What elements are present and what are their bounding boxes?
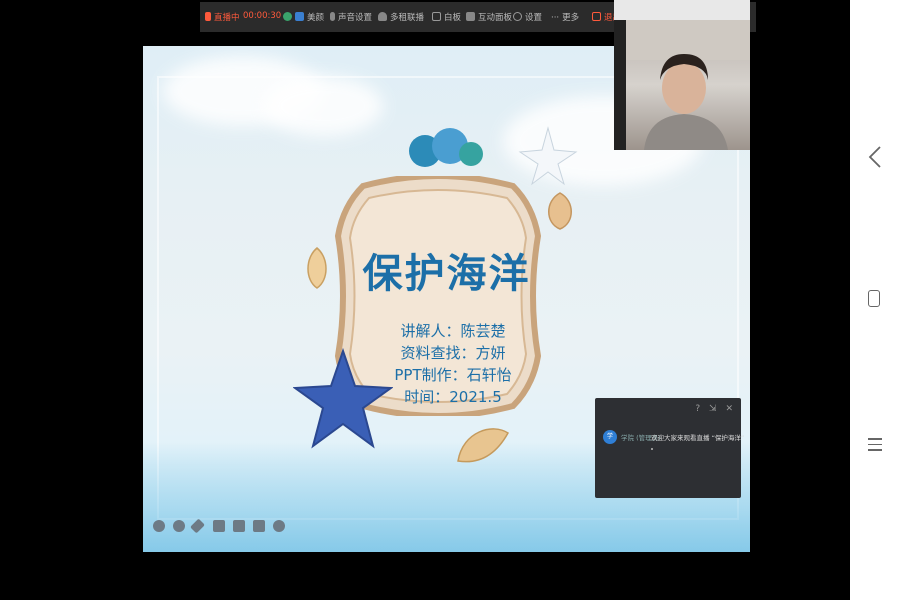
avatar: 学 — [603, 430, 617, 444]
live-timer: 00:00:30 — [243, 11, 282, 21]
chat-typing-indicator — [651, 448, 653, 450]
microphone-icon — [330, 12, 335, 21]
exit-icon — [592, 12, 601, 21]
help-icon[interactable]: ? — [695, 404, 700, 414]
pointer-icon[interactable] — [213, 520, 225, 532]
settings-button[interactable]: 设置 — [513, 11, 542, 23]
chat-panel: ? ⇲ ✕ 学 学院 (管理员): 欢迎大家来观看直播 “保护海洋” — [595, 398, 745, 498]
presenter-video — [626, 20, 750, 150]
webcam-header — [614, 0, 750, 20]
chat-bubble-icon — [466, 12, 475, 21]
more-button[interactable]: ··· 更多 — [551, 11, 579, 23]
audio-settings-button[interactable]: 声音设置 — [330, 11, 372, 23]
white-starfish-icon — [518, 126, 578, 186]
slide-title: 保护海洋 — [362, 251, 531, 297]
subtitle-icon[interactable] — [253, 520, 265, 532]
video-icon[interactable] — [233, 520, 245, 532]
slide-credits: 讲解人：陈芸楚 资料查找：方妍 PPT制作：石轩怡 时间：2021.5 — [353, 320, 553, 408]
webcam-preview[interactable] — [614, 0, 750, 150]
credit-line: 资料查找：方妍 — [400, 344, 506, 362]
shell-cluster-icon — [409, 128, 483, 167]
webcam-feed — [626, 20, 750, 150]
home-icon[interactable] — [868, 290, 880, 307]
close-icon[interactable]: ✕ — [725, 404, 733, 414]
credit-line: 时间：2021.5 — [404, 388, 502, 406]
credit-line: PPT制作：石轩怡 — [394, 366, 512, 384]
back-icon[interactable] — [866, 145, 884, 169]
whiteboard-button[interactable]: 白板 — [432, 11, 461, 23]
shell-icon — [548, 192, 572, 230]
live-signal-icon — [205, 12, 211, 21]
live-status: 直播中 — [205, 11, 240, 23]
next-slide-icon[interactable] — [173, 520, 185, 532]
collapse-icon[interactable]: ⇲ — [709, 404, 717, 414]
prev-slide-icon[interactable] — [153, 520, 165, 532]
multi-stream-button[interactable]: 多租联播 — [378, 11, 424, 23]
chat-controls: ? ⇲ ✕ — [695, 404, 733, 414]
gear-icon — [513, 12, 522, 21]
menu-icon[interactable] — [868, 435, 882, 453]
beauty-button[interactable]: 美颜 — [283, 11, 324, 23]
chat-message: 欢迎大家来观看直播 “保护海洋” — [651, 434, 745, 442]
shell-icon — [457, 428, 509, 463]
more-dots-icon: ··· — [551, 13, 560, 23]
video-icon — [295, 12, 304, 21]
interaction-panel-button[interactable]: 互动面板 — [466, 11, 512, 23]
camera-icon — [283, 12, 292, 21]
more-dots-icon[interactable] — [273, 520, 285, 532]
user-icon — [378, 12, 387, 21]
whiteboard-icon — [432, 12, 441, 21]
credit-line: 讲解人：陈芸楚 — [400, 322, 506, 340]
